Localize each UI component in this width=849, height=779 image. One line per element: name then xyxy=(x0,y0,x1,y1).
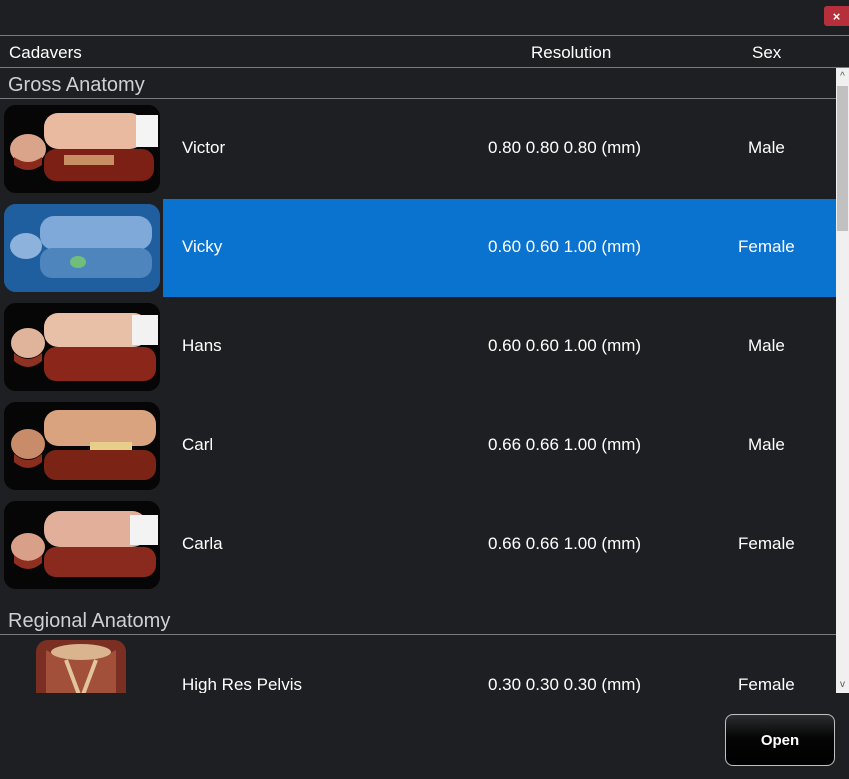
cadaver-row-carl[interactable]: Carl 0.66 0.66 1.00 (mm) Male xyxy=(0,397,836,495)
cadaver-thumbnail-carl xyxy=(4,402,160,490)
cadaver-dialog: × Cadavers Resolution Sex Gross Anatomy … xyxy=(0,0,849,779)
cadaver-thumbnail-high-res-pelvis xyxy=(36,640,126,693)
header-top-divider xyxy=(0,35,849,36)
cadaver-thumbnail-carla xyxy=(4,501,160,589)
cadaver-sex: Female xyxy=(738,675,795,693)
cadaver-resolution: 0.30 0.30 0.30 (mm) xyxy=(488,675,642,693)
cadaver-name: Hans xyxy=(182,336,222,355)
section-divider xyxy=(0,634,836,635)
cadaver-thumbnail-vicky xyxy=(4,204,160,292)
cadaver-row-carla[interactable]: Carla 0.66 0.66 1.00 (mm) Female xyxy=(0,496,836,594)
cadaver-row-vicky[interactable]: Vicky 0.60 0.60 1.00 (mm) Female xyxy=(0,199,836,297)
cadaver-resolution: 0.80 0.80 0.80 (mm) xyxy=(488,138,642,157)
cadaver-resolution: 0.66 0.66 1.00 (mm) xyxy=(488,534,642,553)
cadaver-name: High Res Pelvis xyxy=(182,675,302,693)
cadaver-row-high-res-pelvis[interactable]: High Res Pelvis 0.30 0.30 0.30 (mm) Fema… xyxy=(0,637,836,693)
cadaver-row-victor[interactable]: Victor 0.80 0.80 0.80 (mm) Male xyxy=(0,100,836,198)
cadaver-resolution: 0.60 0.60 1.00 (mm) xyxy=(488,336,642,355)
cadaver-sex: Male xyxy=(748,435,785,454)
cadaver-name: Victor xyxy=(182,138,226,157)
cadaver-sex: Male xyxy=(748,138,785,157)
column-header-sex[interactable]: Sex xyxy=(752,43,781,63)
cadaver-thumbnail-victor xyxy=(4,105,160,193)
cadaver-thumbnail-hans xyxy=(4,303,160,391)
cadaver-resolution: 0.66 0.66 1.00 (mm) xyxy=(488,435,642,454)
cadaver-name: Carla xyxy=(182,534,223,553)
cadaver-sex: Female xyxy=(738,534,795,553)
cadaver-sex: Female xyxy=(738,237,795,256)
column-header-cadavers[interactable]: Cadavers xyxy=(9,43,82,63)
open-button[interactable]: Open xyxy=(725,714,835,766)
cadaver-name: Vicky xyxy=(182,237,223,256)
cadaver-row-hans[interactable]: Hans 0.60 0.60 1.00 (mm) Male xyxy=(0,298,836,396)
scrollbar-thumb[interactable] xyxy=(837,86,848,231)
cadaver-sex: Male xyxy=(748,336,785,355)
section-title-regional-anatomy: Regional Anatomy xyxy=(8,610,171,632)
cadaver-name: Carl xyxy=(182,435,214,454)
section-title-gross-anatomy: Gross Anatomy xyxy=(8,74,145,96)
chevron-down-icon[interactable]: v xyxy=(836,676,849,693)
close-button[interactable]: × xyxy=(824,6,849,26)
chevron-up-icon[interactable]: ^ xyxy=(836,68,849,85)
cadaver-resolution: 0.60 0.60 1.00 (mm) xyxy=(488,237,642,256)
vertical-scrollbar[interactable]: ^ v xyxy=(836,68,849,693)
column-header-resolution[interactable]: Resolution xyxy=(531,43,611,63)
cadaver-list[interactable]: Victor 0.80 0.80 0.80 (mm) Male Vicky 0.… xyxy=(0,99,836,693)
header-bottom-divider xyxy=(0,67,849,68)
